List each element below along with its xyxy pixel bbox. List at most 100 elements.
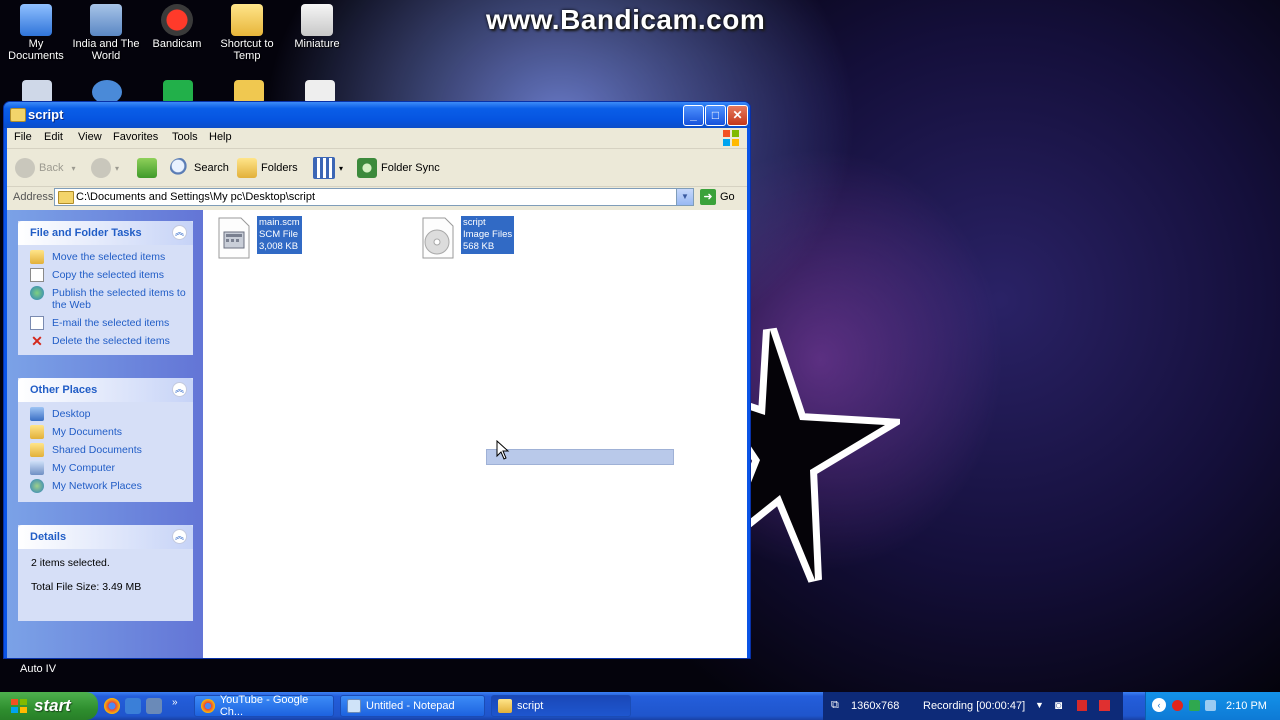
- clock: 2:10 PM: [1226, 700, 1267, 712]
- go-button[interactable]: ➜ Go: [700, 189, 735, 205]
- search-button[interactable]: Search: [170, 157, 229, 179]
- collapse-chevron-icon[interactable]: ︽: [172, 382, 187, 397]
- task-label: Move the selected items: [52, 251, 166, 263]
- stop-icon[interactable]: [1099, 700, 1110, 711]
- computer-icon: [30, 461, 44, 475]
- task-delete-items[interactable]: ✕ Delete the selected items: [18, 332, 193, 350]
- desktop-icon-label: Miniature: [294, 38, 340, 50]
- taskbar: start » YouTube - Google Ch... Untitled …: [0, 692, 1280, 720]
- taskbar-button-script[interactable]: script: [491, 695, 631, 717]
- up-folder-button[interactable]: [137, 157, 157, 179]
- desktop-icon-bandicam[interactable]: Bandicam: [141, 0, 213, 50]
- bandicam-recording-bar: ⧉ 1360x768 Recording [00:00:47] ▼ ◙: [823, 692, 1123, 720]
- address-path: C:\Documents and Settings\My pc\Desktop\…: [76, 191, 316, 203]
- camera-icon[interactable]: ◙: [1055, 698, 1062, 712]
- menu-edit[interactable]: Edit: [44, 131, 63, 143]
- desktop-icon: [30, 407, 44, 421]
- collapse-chevron-icon[interactable]: ︽: [172, 225, 187, 240]
- chevron-right-icon[interactable]: »: [172, 697, 178, 708]
- file-item-script-image[interactable]: script Image Files 568 KB: [417, 216, 515, 260]
- task-label: Copy the selected items: [52, 269, 165, 281]
- chrome-icon: [201, 699, 215, 713]
- task-copy-items[interactable]: Copy the selected items: [18, 266, 193, 284]
- chrome-quicklaunch-icon[interactable]: [104, 698, 120, 714]
- desktop-label-auto-iv: Auto IV: [20, 663, 57, 675]
- shared-folder-icon: [30, 443, 44, 457]
- collapse-chevron-icon[interactable]: ︽: [172, 529, 187, 544]
- task-publish-items[interactable]: Publish the selected items to the Web: [18, 284, 193, 314]
- folders-button[interactable]: Folders: [237, 157, 298, 179]
- close-button[interactable]: ✕: [727, 105, 748, 126]
- record-tray-icon[interactable]: [1172, 700, 1183, 711]
- file-list-view[interactable]: main.scm SCM File 3,008 KB script Image …: [203, 210, 747, 658]
- task-label: E-mail the selected items: [52, 317, 170, 329]
- file-type: Image Files: [463, 229, 513, 240]
- search-icon: [170, 158, 190, 178]
- file-item-main-scm[interactable]: main.scm SCM File 3,008 KB: [213, 216, 302, 260]
- folder-icon: [10, 108, 26, 122]
- sync-icon: [357, 158, 377, 178]
- menu-help[interactable]: Help: [209, 131, 232, 143]
- toolbar: Back ▾ ▾ Search Folders ▾ Folder Sync: [7, 149, 747, 187]
- forward-arrow-icon: [91, 158, 111, 178]
- explorer-window: script _ □ ✕ File Edit View Favorites To…: [3, 101, 751, 659]
- place-shared-documents[interactable]: Shared Documents: [18, 441, 193, 459]
- menu-favorites[interactable]: Favorites: [113, 131, 158, 143]
- notepad-icon: [347, 699, 361, 713]
- windows-logo-icon: [723, 130, 739, 146]
- delete-x-icon: ✕: [31, 333, 43, 349]
- taskbar-button-notepad[interactable]: Untitled - Notepad: [340, 695, 485, 717]
- desktop-icon-temp[interactable]: Shortcut to Temp: [211, 0, 283, 62]
- task-email-items[interactable]: E-mail the selected items: [18, 314, 193, 332]
- taskbar-button-label: YouTube - Google Ch...: [219, 694, 309, 718]
- recording-status: Recording [00:00:47]: [923, 700, 1026, 712]
- globe-icon: [30, 286, 44, 300]
- menu-tools[interactable]: Tools: [172, 131, 198, 143]
- folders-label: Folders: [261, 162, 298, 174]
- views-grid-icon: [313, 157, 335, 179]
- folder-sync-button[interactable]: Folder Sync: [357, 157, 440, 179]
- browser-quicklaunch-icon[interactable]: [125, 698, 141, 714]
- address-dropdown-button[interactable]: ▼: [676, 189, 693, 205]
- address-input[interactable]: C:\Documents and Settings\My pc\Desktop\…: [54, 188, 694, 206]
- network-icon: [30, 479, 44, 493]
- desktop-icon-label: My Documents: [8, 38, 64, 62]
- details-header[interactable]: Details ︽: [18, 525, 193, 549]
- resolution-label: 1360x768: [851, 700, 900, 712]
- minimize-button[interactable]: _: [683, 105, 704, 126]
- other-places-header[interactable]: Other Places ︽: [18, 378, 193, 402]
- file-size: 3,008 KB: [259, 241, 299, 252]
- desktop-icon-miniature[interactable]: Miniature: [281, 0, 353, 50]
- app-quicklaunch-icon[interactable]: [146, 698, 162, 714]
- menu-view[interactable]: View: [78, 131, 102, 143]
- views-button[interactable]: ▾: [313, 157, 343, 179]
- place-label: My Network Places: [52, 480, 142, 492]
- go-label: Go: [720, 191, 735, 203]
- network-tray-icon[interactable]: [1205, 700, 1216, 711]
- copy-icon: [30, 268, 44, 282]
- title-bar[interactable]: script _ □ ✕: [4, 102, 750, 128]
- move-icon: [30, 250, 44, 264]
- task-label: Publish the selected items to the Web: [52, 287, 186, 311]
- desktop-icon-my-documents[interactable]: My Documents: [0, 0, 72, 62]
- taskbar-button-youtube[interactable]: YouTube - Google Ch...: [194, 694, 334, 718]
- maximize-button[interactable]: □: [705, 105, 726, 126]
- place-desktop[interactable]: Desktop: [18, 405, 193, 423]
- dropdown-arrow-icon[interactable]: ▼: [1035, 700, 1044, 710]
- file-tasks-header[interactable]: File and Folder Tasks ︽: [18, 221, 193, 245]
- place-my-documents[interactable]: My Documents: [18, 423, 193, 441]
- desktop-icon-india[interactable]: India and The World: [70, 0, 142, 62]
- pause-icon[interactable]: [1077, 700, 1087, 711]
- forward-button[interactable]: ▾: [91, 157, 119, 179]
- resize-icon[interactable]: ⧉: [831, 699, 839, 712]
- chevron-down-icon: ▾: [71, 163, 76, 173]
- start-button[interactable]: start: [0, 692, 98, 720]
- folder-icon: [20, 4, 52, 36]
- back-button[interactable]: Back ▾: [15, 157, 75, 179]
- task-move-items[interactable]: Move the selected items: [18, 248, 193, 266]
- place-my-computer[interactable]: My Computer: [18, 459, 193, 477]
- tray-expand-icon[interactable]: ‹: [1152, 698, 1166, 712]
- menu-file[interactable]: File: [14, 131, 32, 143]
- shield-tray-icon[interactable]: [1189, 700, 1200, 711]
- place-my-network-places[interactable]: My Network Places: [18, 477, 193, 495]
